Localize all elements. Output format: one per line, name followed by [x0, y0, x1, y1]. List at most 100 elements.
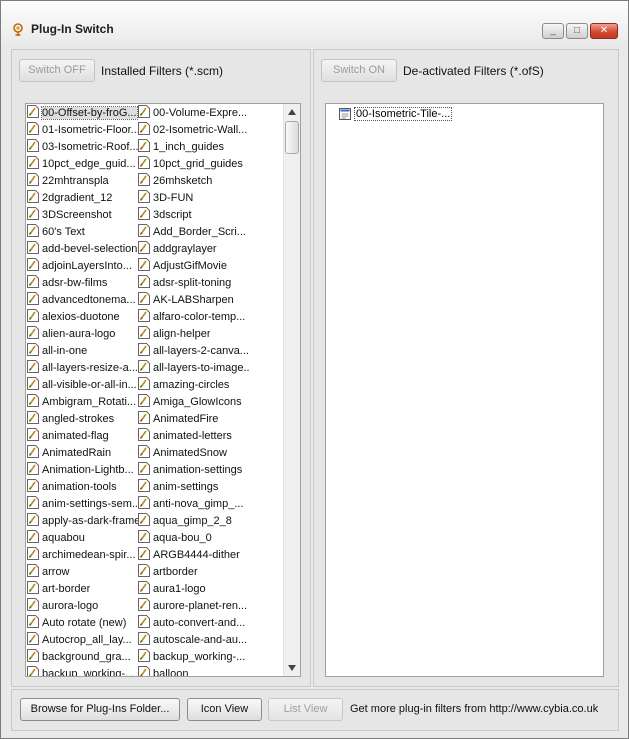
filter-item[interactable]: aura1-logo — [138, 580, 249, 597]
deactivated-filters-list[interactable]: 00-Isometric-Tile-... — [325, 103, 604, 677]
filter-item[interactable]: 60's Text — [27, 223, 138, 240]
filter-item[interactable]: addgraylayer — [138, 240, 249, 257]
scroll-thumb[interactable] — [285, 121, 299, 154]
more-plugins-text: Get more plug-in filters from http://www… — [350, 703, 599, 715]
filter-item[interactable]: aquabou — [27, 529, 138, 546]
filter-item[interactable]: AK-LABSharpen — [138, 291, 249, 308]
filter-item[interactable]: all-in-one — [27, 342, 138, 359]
filter-item[interactable]: Add_Border_Scri... — [138, 223, 249, 240]
filter-item[interactable]: 00-Volume-Expre... — [138, 104, 249, 121]
filter-item[interactable]: aqua_gimp_2_8 — [138, 512, 249, 529]
filter-item[interactable]: advancedtonema... — [27, 291, 138, 308]
script-file-icon — [27, 172, 39, 189]
filter-item[interactable]: Autocrop_all_lay... — [27, 631, 138, 648]
filter-item[interactable]: apply-as-dark-frame — [27, 512, 138, 529]
filter-item[interactable]: animated-flag — [27, 427, 138, 444]
filter-item[interactable]: 3D-FUN — [138, 189, 249, 206]
filter-item[interactable]: anti-nova_gimp_... — [138, 495, 249, 512]
filter-item[interactable]: alfaro-color-temp... — [138, 308, 249, 325]
filter-item[interactable]: adjoinLayersInto... — [27, 257, 138, 274]
scroll-down-arrow-icon[interactable] — [288, 665, 296, 671]
filter-item[interactable]: 00-Offset-by-froG... — [27, 104, 138, 121]
browse-plugins-folder-button[interactable]: Browse for Plug-Ins Folder... — [20, 698, 180, 721]
filter-item[interactable]: auto-convert-and... — [138, 614, 249, 631]
filter-item[interactable]: add-bevel-selection — [27, 240, 138, 257]
filter-item[interactable]: 26mhsketch — [138, 172, 249, 189]
filter-item[interactable]: arrow — [27, 563, 138, 580]
switch-on-button[interactable]: Switch ON — [321, 59, 397, 82]
filter-item[interactable]: amazing-circles — [138, 376, 249, 393]
scroll-up-arrow-icon[interactable] — [288, 109, 296, 115]
icon-view-button[interactable]: Icon View — [187, 698, 262, 721]
filter-item[interactable]: aurora-logo — [27, 597, 138, 614]
filter-item[interactable]: all-visible-or-all-in... — [27, 376, 138, 393]
filter-item[interactable]: Auto rotate (new) — [27, 614, 138, 631]
filter-item[interactable]: Amiga_GlowIcons — [138, 393, 249, 410]
filter-item[interactable]: all-layers-2-canva... — [138, 342, 249, 359]
minimize-button[interactable]: _ — [542, 23, 564, 39]
filter-item[interactable]: AdjustGifMovie — [138, 257, 249, 274]
filter-item[interactable]: animated-letters — [138, 427, 249, 444]
filter-item[interactable]: animation-settings — [138, 461, 249, 478]
switch-off-button[interactable]: Switch OFF — [19, 59, 95, 82]
filter-item[interactable]: autoscale-and-au... — [138, 631, 249, 648]
filter-item[interactable]: alien-aura-logo — [27, 325, 138, 342]
filter-item[interactable]: align-helper — [138, 325, 249, 342]
filter-item-label: 3dscript — [153, 208, 192, 221]
filter-item[interactable]: adsr-bw-films — [27, 274, 138, 291]
vertical-scrollbar[interactable] — [283, 104, 300, 676]
script-file-icon — [138, 648, 150, 665]
filter-item[interactable]: 2dgradient_12 — [27, 189, 138, 206]
filter-item[interactable]: Ambigram_Rotati... — [27, 393, 138, 410]
script-file-icon — [27, 240, 39, 257]
filter-item[interactable]: AnimatedRain — [27, 444, 138, 461]
filter-item-label: advancedtonema... — [42, 293, 136, 306]
filter-item[interactable]: 10pct_grid_guides — [138, 155, 249, 172]
filter-item[interactable]: balloon — [138, 665, 249, 676]
filter-item[interactable]: aqua-bou_0 — [138, 529, 249, 546]
filter-item-label: Autocrop_all_lay... — [42, 633, 132, 646]
close-button[interactable]: ✕ — [590, 23, 618, 39]
filter-item[interactable]: AnimatedSnow — [138, 444, 249, 461]
filter-item[interactable]: ARGB4444-dither — [138, 546, 249, 563]
deactivated-filter-item[interactable]: 00-Isometric-Tile-... — [339, 107, 453, 121]
filter-item[interactable]: all-layers-to-image... — [138, 359, 249, 376]
filter-item[interactable]: 02-Isometric-Wall... — [138, 121, 249, 138]
filter-item[interactable]: archimedean-spir... — [27, 546, 138, 563]
filter-item[interactable]: 03-Isometric-Roof... — [27, 138, 138, 155]
filter-item[interactable]: art-border — [27, 580, 138, 597]
filter-item[interactable]: alexios-duotone — [27, 308, 138, 325]
filter-item[interactable]: 1_inch_guides — [138, 138, 249, 155]
installed-filters-list[interactable]: 00-Offset-by-froG... 01-Isometric-Floor..… — [25, 103, 301, 677]
list-view-button[interactable]: List View — [268, 698, 343, 721]
filter-item-label: all-visible-or-all-in... — [42, 378, 137, 391]
filter-item[interactable]: artborder — [138, 563, 249, 580]
filter-item[interactable]: all-layers-resize-a... — [27, 359, 138, 376]
script-file-icon — [138, 393, 150, 410]
filter-item[interactable]: animation-tools — [27, 478, 138, 495]
maximize-button[interactable]: □ — [566, 23, 588, 39]
filter-item[interactable]: 3DScreenshot — [27, 206, 138, 223]
title-bar[interactable]: Plug-In Switch _ □ ✕ — [1, 1, 628, 43]
script-file-icon — [27, 529, 39, 546]
filter-item-label: AnimatedSnow — [153, 446, 227, 459]
filter-item-label: aura1-logo — [153, 582, 206, 595]
script-file-icon — [27, 291, 39, 308]
filter-item[interactable]: 3dscript — [138, 206, 249, 223]
filter-item[interactable]: aurore-planet-ren... — [138, 597, 249, 614]
filter-item[interactable]: 01-Isometric-Floor... — [27, 121, 138, 138]
filter-item[interactable]: backup_working-... — [27, 665, 138, 676]
filter-item[interactable]: 22mhtranspla — [27, 172, 138, 189]
filter-item[interactable]: backup_working-... — [138, 648, 249, 665]
script-file-icon — [27, 597, 39, 614]
filter-item[interactable]: anim-settings — [138, 478, 249, 495]
filter-item[interactable]: background_gra... — [27, 648, 138, 665]
filter-item[interactable]: adsr-split-toning — [138, 274, 249, 291]
filter-item-label: anti-nova_gimp_... — [153, 497, 244, 510]
filter-item[interactable]: Animation-Lightb... — [27, 461, 138, 478]
filter-item[interactable]: angled-strokes — [27, 410, 138, 427]
filter-item[interactable]: AnimatedFire — [138, 410, 249, 427]
script-file-icon — [138, 614, 150, 631]
filter-item[interactable]: anim-settings-sem... — [27, 495, 138, 512]
filter-item[interactable]: 10pct_edge_guid... — [27, 155, 138, 172]
